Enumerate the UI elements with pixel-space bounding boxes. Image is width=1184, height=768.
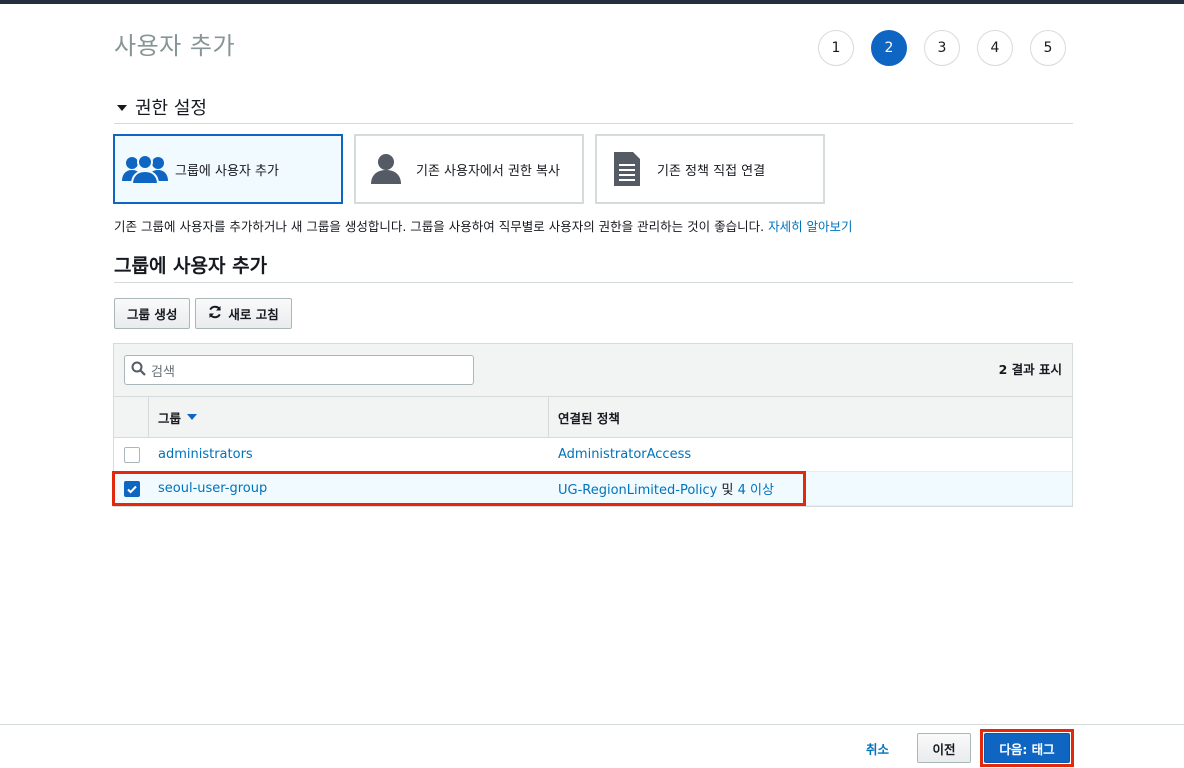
table-row[interactable]: seoul-user-group UG-RegionLimited-Policy… <box>114 472 1072 506</box>
previous-button-wrap: 이전 <box>917 733 971 763</box>
refresh-icon <box>208 305 222 322</box>
sort-desc-icon <box>187 414 198 420</box>
option-add-to-group-label: 그룹에 사용자 추가 <box>175 163 279 179</box>
group-section-heading: 그룹에 사용자 추가 <box>114 251 1073 283</box>
learn-more-link[interactable]: 자세히 알아보기 <box>768 219 852 234</box>
step-5[interactable]: 5 <box>1030 30 1066 66</box>
search-placeholder: 검색 <box>151 364 175 380</box>
permission-options: 그룹에 사용자 추가 기존 사용자에서 권한 복사 기존 정책 직접 연결 <box>113 134 825 204</box>
cancel-link[interactable]: 취소 <box>866 739 889 758</box>
row-select-cell <box>114 480 149 497</box>
group-icon <box>115 153 175 185</box>
user-icon <box>356 153 416 185</box>
create-group-label: 그룹 생성 <box>127 307 178 322</box>
row-checkbox[interactable] <box>123 480 140 497</box>
step-2[interactable]: 2 <box>871 30 907 66</box>
refresh-button[interactable]: 새로 고침 <box>195 298 292 329</box>
group-name-link[interactable]: administrators <box>149 447 549 462</box>
create-group-button[interactable]: 그룹 생성 <box>114 298 191 329</box>
table-header: 그룹 연결된 정책 <box>114 397 1072 438</box>
column-header-policies[interactable]: 연결된 정책 <box>549 397 1072 437</box>
policy-link[interactable]: AdministratorAccess <box>558 447 691 462</box>
wizard-steps: 1 2 3 4 5 <box>818 30 1066 66</box>
search-input[interactable]: 검색 <box>124 355 474 385</box>
description-text: 기존 그룹에 사용자를 추가하거나 새 그룹을 생성합니다. 그룹을 사용하여 … <box>114 219 765 234</box>
next-tags-button[interactable]: 다음: 태그 <box>984 733 1070 763</box>
group-name-link[interactable]: seoul-user-group <box>149 481 549 496</box>
caret-down-icon <box>117 105 127 111</box>
column-header-group-label: 그룹 <box>158 410 182 426</box>
permissions-section-label: 권한 설정 <box>135 98 207 119</box>
option-copy-permissions[interactable]: 기존 사용자에서 권한 복사 <box>354 134 584 204</box>
result-count: 2 결과 표시 <box>998 362 1062 377</box>
policy-conjunction: 및 <box>717 483 738 498</box>
policy-link[interactable]: UG-RegionLimited-Policy <box>558 483 717 498</box>
row-select-cell <box>114 446 149 463</box>
top-bar <box>0 0 1184 4</box>
step-4[interactable]: 4 <box>977 30 1013 66</box>
option-add-to-group[interactable]: 그룹에 사용자 추가 <box>113 134 343 204</box>
refresh-label: 새로 고침 <box>228 307 279 322</box>
checkmark-icon <box>126 485 137 494</box>
document-icon <box>597 152 657 186</box>
policy-cell: AdministratorAccess <box>549 447 1072 462</box>
search-icon <box>131 361 146 380</box>
group-toolbar: 그룹 생성 새로 고침 <box>114 298 292 329</box>
column-header-policies-label: 연결된 정책 <box>558 410 620 426</box>
column-header-group[interactable]: 그룹 <box>149 397 549 437</box>
table-toolbar: 검색 2 결과 표시 <box>114 344 1072 397</box>
previous-button[interactable]: 이전 <box>917 733 971 763</box>
step-1[interactable]: 1 <box>818 30 854 66</box>
option-attach-policies-label: 기존 정책 직접 연결 <box>657 163 766 179</box>
header-select-cell <box>114 397 149 437</box>
groups-table: 검색 2 결과 표시 그룹 연결된 정책 administrators Admi… <box>113 343 1073 507</box>
row-checkbox[interactable] <box>123 446 140 463</box>
option-copy-permissions-label: 기존 사용자에서 권한 복사 <box>416 163 560 179</box>
more-policies-link[interactable]: 4 이상 <box>738 483 774 498</box>
option-attach-policies[interactable]: 기존 정책 직접 연결 <box>595 134 825 204</box>
permissions-description: 기존 그룹에 사용자를 추가하거나 새 그룹을 생성합니다. 그룹을 사용하여 … <box>114 216 853 235</box>
policy-cell: UG-RegionLimited-Policy 및 4 이상 <box>549 479 1072 498</box>
permissions-section-header[interactable]: 권한 설정 <box>114 94 1073 124</box>
table-row[interactable]: administrators AdministratorAccess <box>114 438 1072 472</box>
page-title: 사용자 추가 <box>114 32 236 60</box>
step-3[interactable]: 3 <box>924 30 960 66</box>
